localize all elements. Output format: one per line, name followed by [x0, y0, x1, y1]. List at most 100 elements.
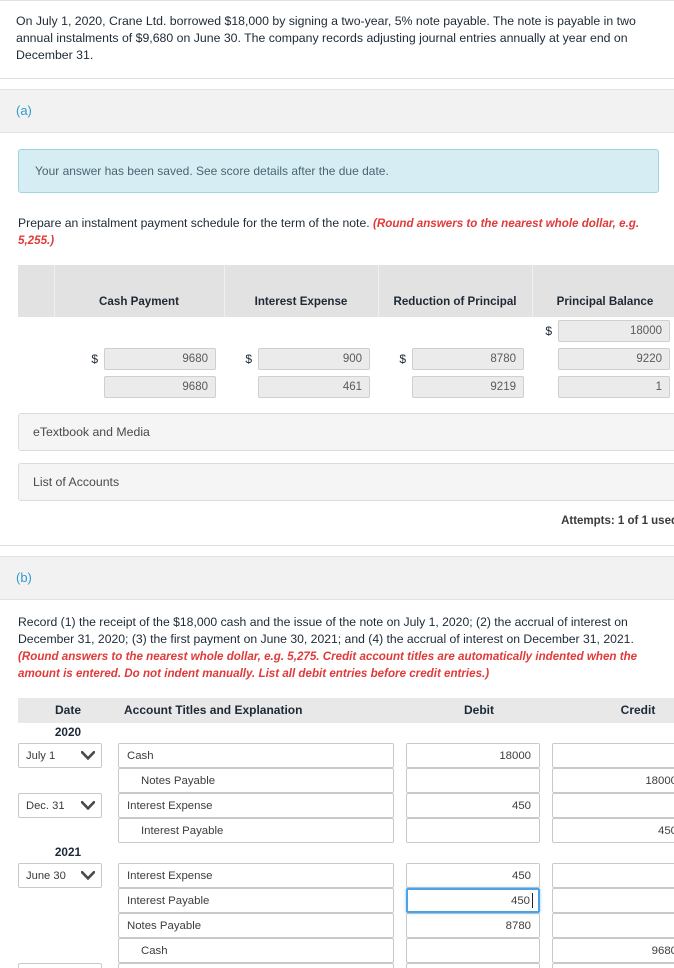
credit-input[interactable] [552, 768, 674, 793]
schedule-cell-interest-expense: $ [224, 317, 378, 345]
reduction-of-principal-input[interactable] [412, 348, 524, 370]
journal-debit-cell [406, 793, 552, 818]
date-select-value: July 1 [26, 749, 56, 762]
interest-expense-input[interactable] [258, 348, 370, 370]
principal-balance-input[interactable] [558, 348, 670, 370]
account-title-input[interactable] [118, 793, 394, 818]
debit-input[interactable] [406, 863, 540, 888]
account-title-input[interactable] [118, 743, 394, 768]
date-select[interactable] [18, 963, 102, 968]
journal-row: July 1 [18, 743, 674, 768]
debit-input[interactable] [406, 913, 540, 938]
journal-debit-cell [406, 863, 552, 888]
account-title-input[interactable] [118, 863, 394, 888]
schedule-cell-principal-balance: $ [532, 373, 674, 401]
date-select-value: Dec. 31 [26, 799, 65, 812]
account-title-input[interactable] [118, 768, 394, 793]
interest-expense-input[interactable] [258, 376, 370, 398]
chevron-down-icon [81, 871, 95, 880]
journal-date-cell: June 30 [18, 863, 118, 888]
text-cursor [532, 893, 533, 908]
dollar-sign: $ [91, 352, 98, 366]
debit-input[interactable] [406, 768, 540, 793]
schedule-cell-principal-balance: $ [532, 345, 674, 373]
journal-debit-cell [406, 888, 552, 913]
account-title-input[interactable] [118, 963, 394, 968]
journal-account-cell [118, 793, 406, 818]
credit-input[interactable] [552, 818, 674, 843]
spacer [0, 546, 674, 556]
credit-input[interactable] [552, 863, 674, 888]
assignment-page: On July 1, 2020, Crane Ltd. borrowed $18… [0, 0, 674, 968]
debit-input-focused[interactable] [406, 888, 540, 913]
journal-account-cell [118, 913, 406, 938]
journal-credit-cell [552, 768, 674, 793]
journal-row: June 30 [18, 863, 674, 888]
part-b-body: Record (1) the receipt of the $18,000 ca… [0, 600, 674, 968]
dollar-sign: $ [399, 352, 406, 366]
journal-row [18, 888, 674, 913]
credit-input[interactable] [552, 888, 674, 913]
journal-credit-cell [552, 938, 674, 963]
part-b-letter: (b) [16, 570, 32, 585]
part-b-rounding-hint: (Round answers to the nearest whole doll… [18, 650, 638, 680]
account-title-input[interactable] [118, 818, 394, 843]
part-a-instruction: Prepare an instalment payment schedule f… [18, 215, 659, 249]
schedule-col-principal-balance: Principal Balance [532, 265, 674, 317]
journal-year-label: 2021 [54, 845, 82, 859]
schedule-cell-interest-expense: $ [224, 373, 378, 401]
journal-date-cell [18, 963, 118, 968]
journal-account-cell [118, 963, 406, 968]
credit-input[interactable] [552, 963, 674, 968]
journal-header-row: Date Account Titles and Explanation Debi… [18, 698, 674, 723]
debit-input[interactable] [406, 743, 540, 768]
date-select[interactable]: June 30 [18, 863, 102, 888]
part-a-instruction-text: Prepare an instalment payment schedule f… [18, 216, 370, 230]
instalment-schedule-table: Cash Payment Interest Expense Reduction … [18, 265, 674, 401]
principal-balance-input[interactable] [558, 320, 670, 342]
cash-payment-input[interactable] [104, 348, 216, 370]
journal-date-cell [18, 768, 118, 793]
schedule-cell-interest-expense: $ [224, 345, 378, 373]
account-title-input[interactable] [118, 913, 394, 938]
schedule-body: $ $ $ $ [18, 317, 674, 401]
debit-input[interactable] [406, 963, 540, 968]
principal-balance-input[interactable] [558, 376, 670, 398]
cash-payment-input[interactable] [104, 376, 216, 398]
credit-input[interactable] [552, 913, 674, 938]
schedule-cell-reduction: $ [378, 373, 532, 401]
journal-debit-cell [406, 963, 552, 968]
journal-col-date: Date [18, 698, 118, 723]
journal-row [18, 938, 674, 963]
etextbook-and-media-button[interactable]: eTextbook and Media [18, 413, 674, 451]
debit-input[interactable] [406, 938, 540, 963]
part-a-section: (a) Your answer has been saved. See scor… [0, 89, 674, 546]
journal-account-cell [118, 938, 406, 963]
debit-input[interactable] [406, 793, 540, 818]
schedule-row: $ $ $ $ [18, 373, 674, 401]
debit-input[interactable] [406, 818, 540, 843]
credit-input[interactable] [552, 938, 674, 963]
account-title-input[interactable] [118, 888, 394, 913]
journal-credit-cell [552, 743, 674, 768]
journal-row [18, 963, 674, 968]
journal-year-row: 2021 [18, 843, 674, 863]
schedule-col-reduction-of-principal: Reduction of Principal [378, 265, 533, 317]
part-b-instruction: Record (1) the receipt of the $18,000 ca… [18, 614, 659, 682]
reduction-of-principal-input[interactable] [412, 376, 524, 398]
question-stem-card: On July 1, 2020, Crane Ltd. borrowed $18… [0, 0, 674, 79]
date-select[interactable]: July 1 [18, 743, 102, 768]
credit-input[interactable] [552, 743, 674, 768]
account-title-input[interactable] [118, 938, 394, 963]
schedule-row-label [18, 317, 54, 345]
journal-date-cell [18, 818, 118, 843]
credit-input[interactable] [552, 793, 674, 818]
list-of-accounts-button[interactable]: List of Accounts [18, 463, 674, 501]
journal-year-label: 2020 [54, 725, 82, 739]
journal-date-cell: July 1 [18, 743, 118, 768]
journal-credit-cell [552, 793, 674, 818]
date-select[interactable]: Dec. 31 [18, 793, 102, 818]
schedule-cell-cash-payment: $ [54, 317, 224, 345]
journal-account-cell [118, 743, 406, 768]
journal-credit-cell [552, 818, 674, 843]
